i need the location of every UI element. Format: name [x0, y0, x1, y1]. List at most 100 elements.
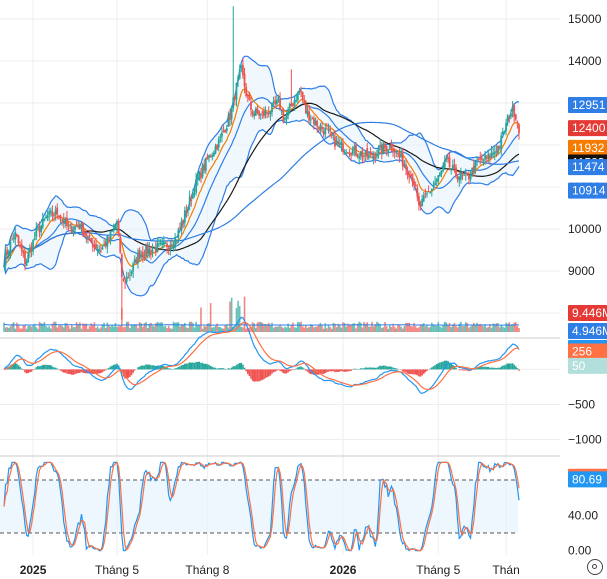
volume-bar [130, 324, 133, 332]
macd-histogram-bar [518, 369, 520, 371]
macd-histogram-bar [167, 368, 170, 370]
candle-body [56, 207, 59, 215]
macd-histogram-bar [285, 369, 288, 374]
gear-icon[interactable] [587, 559, 603, 575]
candle-body [237, 76, 239, 82]
volume-bar [172, 321, 175, 332]
price-tag-0: 12951 [572, 98, 606, 112]
price-tick-label: 15000 [568, 12, 602, 26]
volume-bar [203, 325, 205, 332]
macd-histogram-bar [442, 361, 444, 370]
volume-bar [71, 324, 73, 332]
volume-bar [389, 325, 391, 332]
volume-bar [298, 322, 301, 332]
candle-body [91, 244, 94, 248]
candle-body [366, 148, 369, 158]
candle-body [364, 150, 367, 156]
volume-bar [471, 325, 473, 332]
macd-histogram-bar [340, 369, 343, 372]
candle-body [185, 210, 188, 213]
macd-histogram-bar [327, 369, 330, 372]
volume-bar [503, 327, 506, 332]
volume-bar [332, 322, 335, 332]
macd-histogram-bar [276, 369, 278, 371]
candle-body [403, 165, 406, 167]
candle-body [472, 165, 475, 173]
candle-body [196, 177, 199, 180]
volume-bar [14, 328, 17, 332]
candle-body [325, 128, 328, 130]
candle-body [426, 193, 428, 195]
candle-body [174, 237, 177, 248]
bollinger-lower-line [3, 119, 520, 297]
macd-histogram-bar [492, 367, 494, 370]
candle-body [411, 173, 414, 182]
candle-body [489, 156, 491, 159]
volume-bar [306, 327, 309, 332]
macd-histogram-bar [364, 367, 367, 370]
candle-body [304, 104, 307, 114]
volume-bar [167, 325, 170, 332]
volume-bar [384, 322, 386, 332]
candle-body [361, 150, 364, 158]
candle-body [132, 263, 135, 272]
candle-body [343, 151, 346, 153]
macd-histogram-bar [403, 369, 406, 372]
macd-histogram-bar [192, 362, 194, 370]
volume-bar [158, 322, 160, 332]
macd-histogram-bar [429, 368, 432, 370]
chart-canvas[interactable]: 8000900010000110001200013000140001500012… [0, 0, 607, 579]
volume-bar [350, 324, 352, 332]
candle-body [314, 120, 317, 125]
macd-histogram-bar [455, 367, 457, 370]
macd-histogram-bar [498, 367, 501, 370]
macd-histogram-bar [242, 364, 244, 370]
macd-histogram-bar [411, 369, 414, 375]
macd-histogram-bar [104, 369, 107, 371]
candle-body [24, 252, 26, 265]
macd-histogram-bar [101, 369, 104, 373]
candle-body [164, 243, 167, 245]
time-axis-label: Thán [492, 563, 519, 577]
macd-histogram-bar [248, 369, 251, 377]
macd-histogram-bar [171, 368, 173, 370]
candle-body [25, 261, 28, 266]
macd-histogram-bar [69, 369, 71, 374]
macd-histogram-bar [32, 369, 34, 371]
volume-bar [59, 324, 62, 332]
macd-histogram-bar [298, 366, 301, 370]
candle-body [493, 151, 496, 155]
candle-body [88, 235, 91, 237]
volume-bar [338, 325, 341, 332]
candle-body [64, 219, 67, 225]
volume-bar [279, 325, 281, 332]
volume-bar [464, 322, 467, 332]
candle-body [51, 211, 54, 216]
macd-histogram-bar [35, 367, 38, 370]
candle-body [32, 240, 34, 252]
price-tag-5: 10914 [572, 184, 606, 198]
volume-bar [109, 326, 112, 332]
volume-bar [508, 322, 511, 332]
volume-bar [447, 325, 449, 332]
candle-body [69, 224, 72, 226]
candle-body [429, 191, 432, 193]
candle-body [191, 192, 194, 199]
volume-bar [45, 325, 47, 332]
candle-body [288, 103, 291, 109]
candle-body [332, 134, 335, 136]
candle-body [380, 144, 383, 153]
volume-bar [6, 327, 9, 332]
macd-histogram-bar [258, 369, 260, 382]
candle-body [240, 65, 243, 68]
volume-bar [308, 326, 310, 332]
candle-body [451, 165, 454, 170]
macd-histogram-bar [19, 366, 21, 370]
candle-body [482, 160, 485, 162]
volume-bar [93, 322, 96, 332]
volume-bar [230, 297, 233, 332]
candle-body [390, 143, 393, 149]
candle-body [259, 113, 262, 116]
volume-bar [329, 326, 331, 332]
candle-body [405, 164, 407, 170]
